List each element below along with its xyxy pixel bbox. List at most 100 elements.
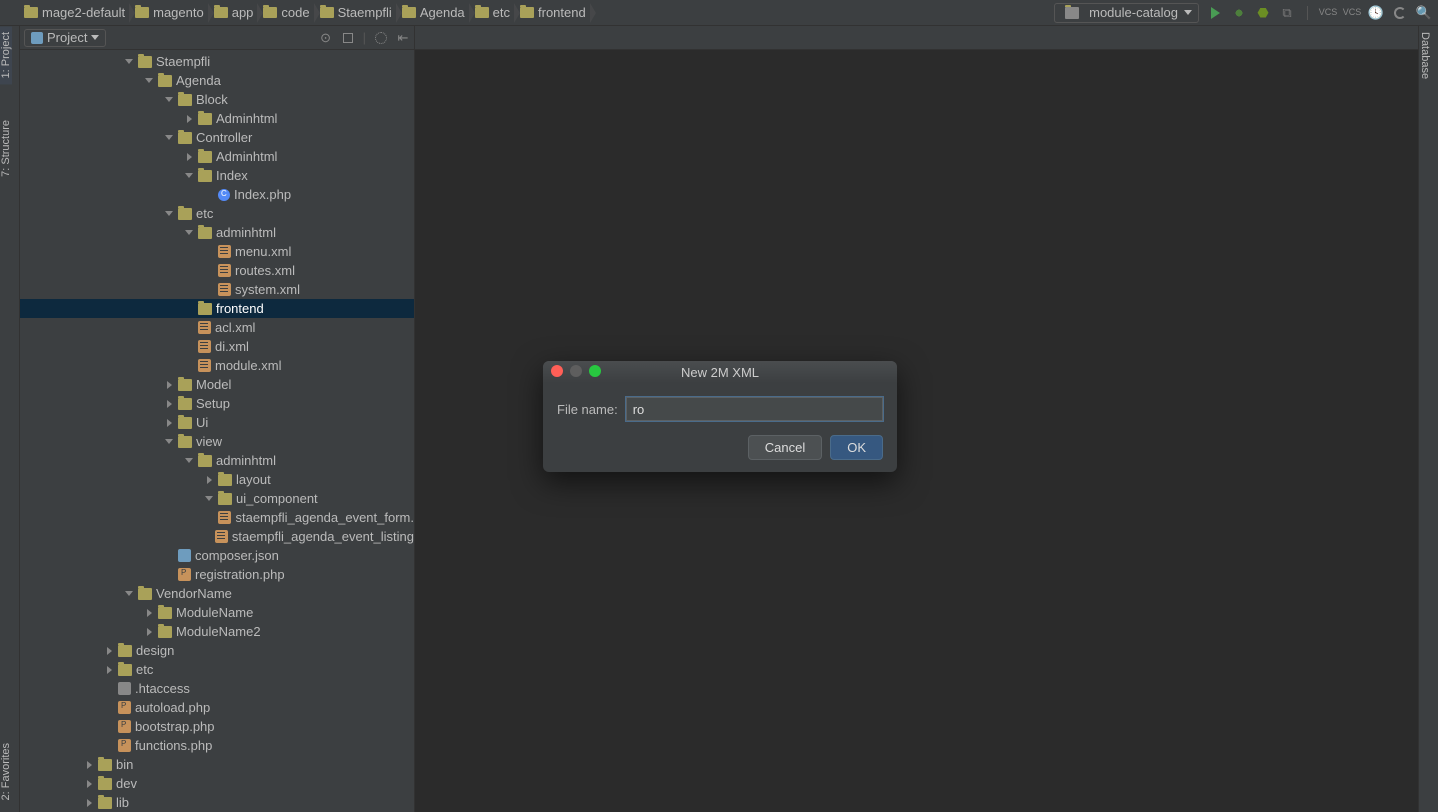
tree-node[interactable]: etc <box>20 660 414 679</box>
expander-icon[interactable] <box>204 496 214 501</box>
expander-icon[interactable] <box>184 458 194 463</box>
tree-node[interactable]: staempfli_agenda_event_listing <box>20 527 414 546</box>
undo-button[interactable] <box>1392 5 1408 21</box>
tree-node[interactable]: adminhtml <box>20 223 414 242</box>
expander-icon[interactable] <box>144 609 154 617</box>
expander-icon[interactable] <box>164 211 174 216</box>
expander-icon[interactable] <box>84 780 94 788</box>
expander-icon[interactable] <box>144 78 154 83</box>
breadcrumb-item[interactable]: etc <box>471 0 516 25</box>
tree-node[interactable]: design <box>20 641 414 660</box>
run-configuration-selector[interactable]: module-catalog <box>1054 3 1199 23</box>
tree-node[interactable]: frontend <box>20 299 414 318</box>
file-name-field[interactable] <box>626 397 883 421</box>
tree-node[interactable]: Adminhtml <box>20 147 414 166</box>
tool-window-database-tab[interactable]: Database <box>1419 26 1431 85</box>
run-button[interactable] <box>1207 5 1223 21</box>
breadcrumb-item[interactable]: magento <box>131 0 210 25</box>
breadcrumb-item[interactable]: Staempfli <box>316 0 398 25</box>
select-opened-file-button[interactable]: ⊙ <box>319 31 333 45</box>
tree-node[interactable]: .htaccess <box>20 679 414 698</box>
tree-node[interactable]: etc <box>20 204 414 223</box>
expander-icon[interactable] <box>184 115 194 123</box>
tree-node[interactable]: ModuleName2 <box>20 622 414 641</box>
breadcrumb-item[interactable]: frontend <box>516 0 592 25</box>
tree-node[interactable]: Index <box>20 166 414 185</box>
hide-button[interactable]: ⇤ <box>396 31 410 45</box>
tree-node[interactable]: dev <box>20 774 414 793</box>
tree-node[interactable]: routes.xml <box>20 261 414 280</box>
tool-window-structure-tab[interactable]: 7: Structure <box>0 114 12 183</box>
expander-icon[interactable] <box>84 799 94 807</box>
tool-window-favorites-tab[interactable]: 2: Favorites <box>0 737 12 806</box>
tree-node[interactable]: view <box>20 432 414 451</box>
tree-node[interactable]: system.xml <box>20 280 414 299</box>
project-tree[interactable]: StaempfliAgendaBlockAdminhtmlControllerA… <box>20 50 414 812</box>
tree-node[interactable]: bootstrap.php <box>20 717 414 736</box>
expander-icon[interactable] <box>164 419 174 427</box>
tree-node[interactable]: Staempfli <box>20 52 414 71</box>
tree-node[interactable]: Agenda <box>20 71 414 90</box>
tree-node[interactable]: ui_component <box>20 489 414 508</box>
cancel-button[interactable]: Cancel <box>748 435 822 460</box>
expander-icon[interactable] <box>204 476 214 484</box>
collapse-all-button[interactable] <box>341 31 355 45</box>
expander-icon[interactable] <box>164 439 174 444</box>
tree-node[interactable]: module.xml <box>20 356 414 375</box>
tool-window-project-tab[interactable]: 1: Project <box>0 26 12 84</box>
dialog-titlebar[interactable]: New 2M XML <box>543 361 897 383</box>
expander-icon[interactable] <box>164 381 174 389</box>
debug-button[interactable] <box>1231 5 1247 21</box>
breadcrumb-item[interactable]: app <box>210 0 260 25</box>
expander-icon[interactable] <box>184 153 194 161</box>
tree-node[interactable]: adminhtml <box>20 451 414 470</box>
expander-icon[interactable] <box>164 135 174 140</box>
php-icon <box>118 739 131 752</box>
tree-node[interactable]: lib <box>20 793 414 812</box>
tree-node[interactable]: Block <box>20 90 414 109</box>
project-view-selector[interactable]: Project <box>24 29 106 47</box>
tree-node[interactable]: Ui <box>20 413 414 432</box>
tree-node[interactable]: registration.php <box>20 565 414 584</box>
expander-icon[interactable] <box>84 761 94 769</box>
tree-node[interactable]: ModuleName <box>20 603 414 622</box>
tree-node[interactable]: Model <box>20 375 414 394</box>
maximize-window-button[interactable] <box>589 365 601 377</box>
vcs-update-button[interactable]: VCS <box>1320 5 1336 21</box>
expander-icon[interactable] <box>184 173 194 178</box>
close-window-button[interactable] <box>551 365 563 377</box>
search-button[interactable]: 🔍 <box>1416 5 1432 21</box>
expander-icon[interactable] <box>124 59 134 64</box>
tree-node[interactable]: menu.xml <box>20 242 414 261</box>
expander-icon[interactable] <box>104 647 114 655</box>
vcs-commit-button[interactable]: VCS <box>1344 5 1360 21</box>
tree-node[interactable]: Setup <box>20 394 414 413</box>
minimize-window-button[interactable] <box>570 365 582 377</box>
coverage-button[interactable]: ⬣ <box>1255 5 1271 21</box>
expander-icon[interactable] <box>164 400 174 408</box>
expander-icon[interactable] <box>164 97 174 102</box>
tree-node[interactable]: bin <box>20 755 414 774</box>
tree-node[interactable]: Controller <box>20 128 414 147</box>
tree-node[interactable]: layout <box>20 470 414 489</box>
tree-node[interactable]: composer.json <box>20 546 414 565</box>
breadcrumb-item[interactable]: code <box>259 0 315 25</box>
settings-button[interactable] <box>374 31 388 45</box>
tree-node[interactable]: Index.php <box>20 185 414 204</box>
tree-node[interactable]: di.xml <box>20 337 414 356</box>
tree-node[interactable]: functions.php <box>20 736 414 755</box>
history-button[interactable]: 🕓 <box>1368 5 1384 21</box>
tree-node[interactable]: VendorName <box>20 584 414 603</box>
ok-button[interactable]: OK <box>830 435 883 460</box>
tree-node[interactable]: acl.xml <box>20 318 414 337</box>
tree-node[interactable]: autoload.php <box>20 698 414 717</box>
tree-node[interactable]: Adminhtml <box>20 109 414 128</box>
expander-icon[interactable] <box>104 666 114 674</box>
tree-node[interactable]: staempfli_agenda_event_form. <box>20 508 414 527</box>
expander-icon[interactable] <box>184 230 194 235</box>
expander-icon[interactable] <box>124 591 134 596</box>
breadcrumb-item[interactable]: Agenda <box>398 0 471 25</box>
expander-icon[interactable] <box>144 628 154 636</box>
breadcrumb-item[interactable]: mage2-default <box>20 0 131 25</box>
stop-button[interactable]: ⧉ <box>1279 5 1295 21</box>
